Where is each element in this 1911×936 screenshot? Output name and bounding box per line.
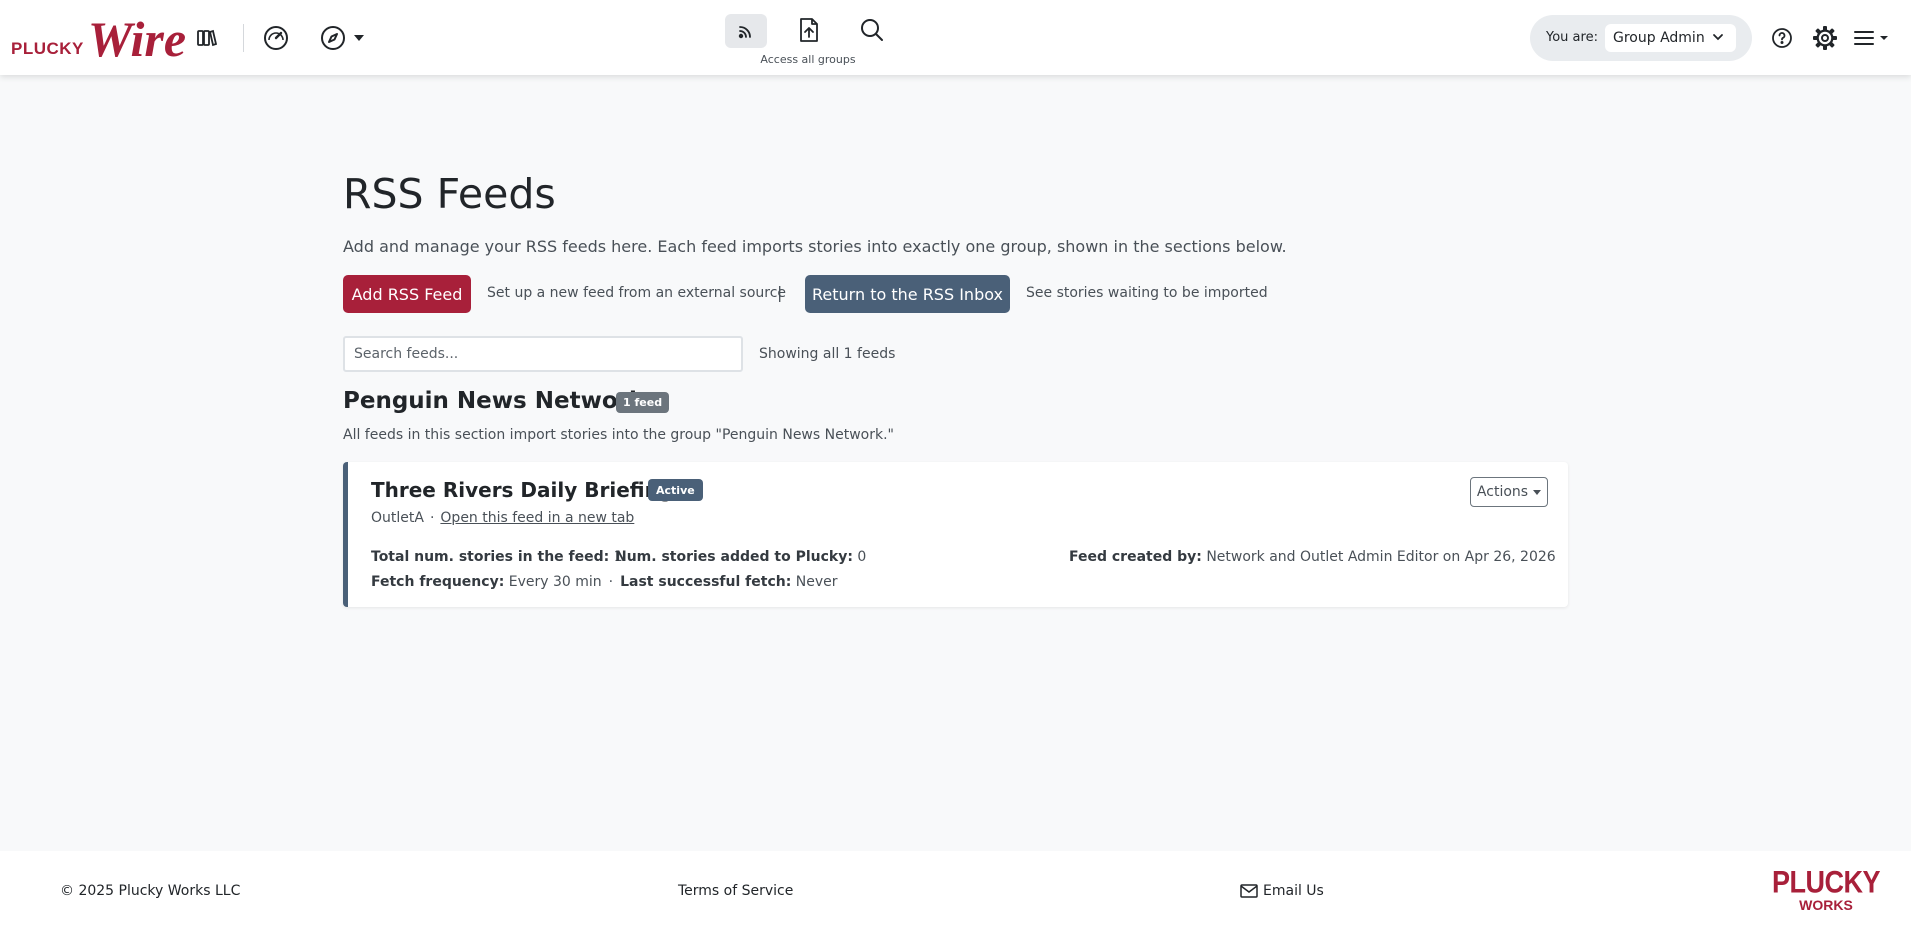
plucky-wire-logo[interactable]: PLUCKY Wire <box>11 12 186 64</box>
inbox-hint: See stories waiting to be imported <box>1026 285 1268 301</box>
stat-fetch-info: Fetch frequency: Every 30 min · Last succe… <box>371 574 838 590</box>
stat-total-stories: Total num. stories in the feed: 1 <box>371 549 623 565</box>
group-section-description: All feeds in this section import stories… <box>343 427 894 443</box>
gear-icon[interactable] <box>1810 23 1840 53</box>
footer-logo-line1: PLUCKY <box>1772 864 1881 900</box>
stat-value: 0 <box>857 549 867 565</box>
stat-label: Fetch frequency: <box>371 574 505 590</box>
feed-outlet: OutletA <box>371 510 424 526</box>
page-footer: © 2025 Plucky Works LLC Terms of Service… <box>0 851 1911 936</box>
meta-dot: · <box>608 574 614 590</box>
logo-big-text: Wire <box>87 11 187 67</box>
role-value: Group Admin <box>1613 30 1705 46</box>
plucky-works-logo: PLUCKY WORKS <box>1772 864 1881 913</box>
search-feeds-input[interactable] <box>343 336 743 372</box>
stat-value: Never <box>795 574 838 590</box>
rss-icon[interactable] <box>725 14 767 48</box>
email-us-link[interactable]: Email Us <box>1240 883 1324 899</box>
open-feed-link[interactable]: Open this feed in a new tab <box>440 510 634 526</box>
stat-label: Total num. stories in the feed: <box>371 549 610 565</box>
page-intro: Add and manage your RSS feeds here. Each… <box>343 237 1287 256</box>
stat-created-by: Feed created by: Network and Outlet Admi… <box>1069 549 1556 565</box>
file-upload-icon[interactable] <box>795 15 823 45</box>
feed-count-badge: 1 feed <box>616 392 670 413</box>
page-title: RSS Feeds <box>343 170 556 218</box>
terms-of-service-link[interactable]: Terms of Service <box>678 883 793 899</box>
actions-label: Actions <box>1476 484 1529 500</box>
feed-count-status: Showing all 1 feeds <box>759 346 896 362</box>
feed-title: Three Rivers Daily Briefing <box>371 478 674 502</box>
footer-logo-line2: WORKS <box>1799 897 1853 913</box>
caret-down-icon <box>1533 489 1542 495</box>
meta-dot: · <box>429 510 435 526</box>
top-navbar: PLUCKY Wire Access all groups You are: G… <box>0 0 1911 75</box>
status-badge: Active <box>648 479 703 501</box>
add-feed-hint: Set up a new feed from an external sourc… <box>487 285 787 301</box>
stat-value: Network and Outlet Admin Editor on Apr 2… <box>1206 549 1556 565</box>
envelope-icon <box>1240 884 1258 898</box>
separator: | <box>777 283 783 302</box>
add-rss-feed-button[interactable]: Add RSS Feed <box>343 275 471 313</box>
role-label: You are: <box>1546 30 1598 45</box>
stat-stories-added: Num. stories added to Plucky: 0 <box>615 549 866 565</box>
help-icon[interactable] <box>1769 25 1795 51</box>
chevron-down-icon <box>1880 36 1888 40</box>
access-all-groups-label: Access all groups <box>760 53 856 66</box>
compass-icon <box>321 26 345 50</box>
library-icon[interactable] <box>193 25 219 51</box>
explore-menu[interactable] <box>318 24 368 52</box>
actions-dropdown-button[interactable]: Actions <box>1470 477 1548 507</box>
logo-small-text: PLUCKY <box>11 39 84 58</box>
chevron-down-icon <box>1713 34 1723 41</box>
email-us-label: Email Us <box>1263 883 1324 899</box>
return-to-inbox-button[interactable]: Return to the RSS Inbox <box>805 275 1010 313</box>
stat-value: Every 30 min <box>508 574 602 590</box>
feed-meta: OutletA · Open this feed in a new tab <box>371 510 634 526</box>
role-select[interactable]: Group Admin <box>1605 24 1736 52</box>
nav-divider <box>243 24 244 52</box>
stat-label: Feed created by: <box>1069 549 1202 565</box>
stat-label: Num. stories added to Plucky: <box>615 549 853 565</box>
feed-card: Three Rivers Daily Briefing Active Outle… <box>343 462 1568 607</box>
chevron-down-icon <box>354 35 364 41</box>
stat-label: Last successful fetch: <box>620 574 792 590</box>
group-section-title: Penguin News Network <box>343 388 645 414</box>
hamburger-menu-icon[interactable] <box>1853 25 1889 51</box>
search-icon[interactable] <box>858 16 886 44</box>
dashboard-gauge-icon[interactable] <box>262 24 290 52</box>
copyright: © 2025 Plucky Works LLC <box>60 883 241 899</box>
role-switcher: You are: Group Admin <box>1530 15 1752 61</box>
